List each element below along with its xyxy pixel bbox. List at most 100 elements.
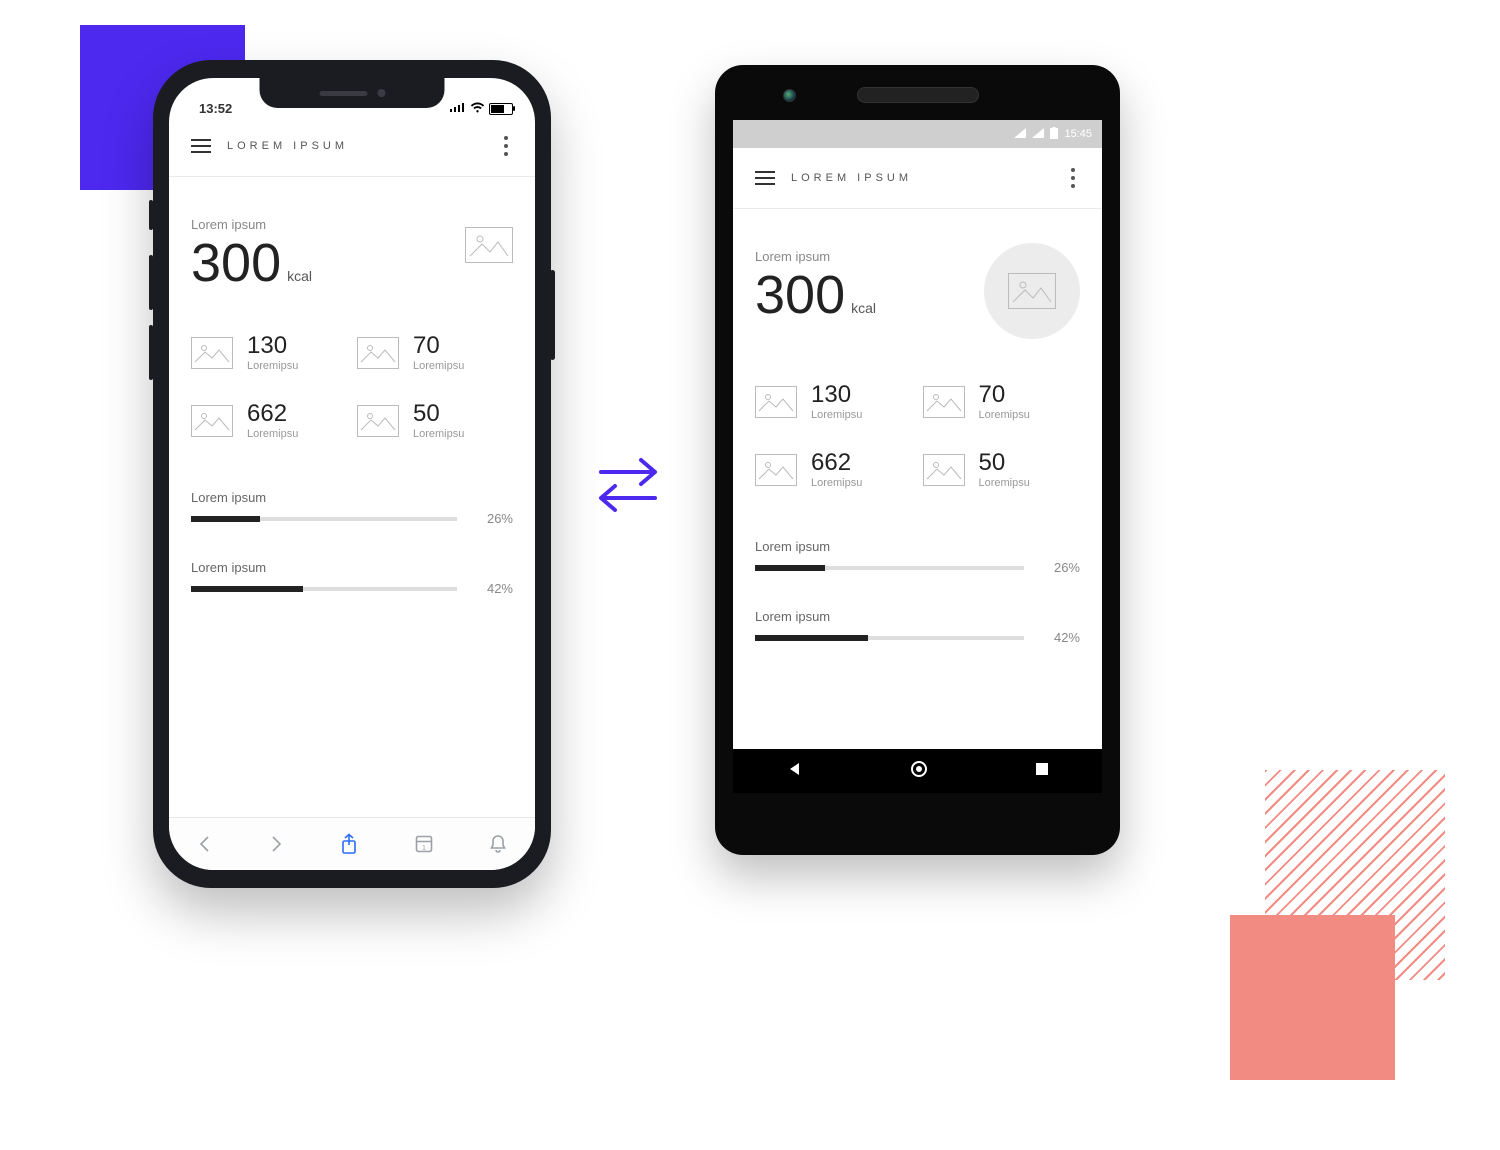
progress-block: Lorem ipsum 26% Lorem ipsum 42%	[191, 490, 513, 596]
progress-bar[interactable]	[755, 566, 1024, 570]
stat-value: 70	[413, 334, 464, 358]
image-placeholder-icon	[755, 386, 797, 418]
image-placeholder-icon	[191, 405, 233, 437]
progress-label: Lorem ipsum	[755, 539, 1080, 554]
progress-label: Lorem ipsum	[755, 609, 1080, 624]
progress-block: Lorem ipsum 26% Lorem ipsum 42%	[755, 539, 1080, 645]
progress-row: Lorem ipsum 42%	[755, 609, 1080, 645]
stat-label: Loremipsu	[247, 428, 298, 440]
signal-icon	[1014, 128, 1026, 141]
stat-value: 662	[811, 451, 862, 475]
app-header: LOREM IPSUM	[733, 148, 1102, 209]
more-icon[interactable]	[499, 136, 513, 156]
stat-label: Loremipsu	[979, 409, 1030, 421]
share-button[interactable]	[340, 833, 358, 855]
stat-value: 130	[247, 334, 298, 358]
stat-label: Loremipsu	[413, 360, 464, 372]
android-navbar	[733, 749, 1102, 793]
volume-up[interactable]	[149, 255, 153, 310]
volume-down[interactable]	[149, 325, 153, 380]
hero-label: Lorem ipsum	[755, 249, 876, 264]
stat-item: 662 Loremipsu	[755, 451, 913, 489]
stat-item: 70 Loremipsu	[357, 334, 513, 372]
progress-bar[interactable]	[191, 587, 457, 591]
android-device: 15:45 LOREM IPSUM Lorem ipsum 300kcal	[715, 65, 1120, 855]
forward-button[interactable]	[268, 834, 284, 854]
stat-label: Loremipsu	[413, 428, 464, 440]
nav-back[interactable]	[787, 761, 803, 782]
power-button[interactable]	[550, 270, 555, 360]
hero-value: 300kcal	[191, 236, 312, 290]
more-icon[interactable]	[1066, 168, 1080, 188]
menu-icon[interactable]	[191, 139, 211, 153]
swap-icon	[585, 450, 671, 525]
stat-value: 70	[979, 383, 1030, 407]
stat-label: Loremipsu	[811, 477, 862, 489]
svg-text:1: 1	[422, 845, 426, 852]
hero-block: Lorem ipsum 300kcal	[755, 249, 1080, 339]
hero-unit: kcal	[851, 300, 876, 316]
stat-item: 662 Loremipsu	[191, 402, 347, 440]
image-placeholder-icon	[191, 337, 233, 369]
image-placeholder-icon	[923, 386, 965, 418]
battery-icon	[1050, 127, 1058, 142]
app-title: LOREM IPSUM	[227, 140, 348, 152]
progress-label: Lorem ipsum	[191, 490, 513, 505]
progress-row: Lorem ipsum 42%	[191, 560, 513, 596]
hero-value: 300kcal	[755, 268, 876, 322]
progress-row: Lorem ipsum 26%	[755, 539, 1080, 575]
image-placeholder-icon	[923, 454, 965, 486]
app-header: LOREM IPSUM	[169, 116, 535, 177]
progress-percent: 26%	[1038, 560, 1080, 575]
stat-item: 130 Loremipsu	[755, 383, 913, 421]
wifi-icon	[470, 101, 485, 116]
app-content: LOREM IPSUM Lorem ipsum 300kcal	[733, 148, 1102, 749]
stats-grid: 130 Loremipsu 70 Loremipsu 662 Loremipsu 50…	[755, 383, 1080, 489]
iphone-screen: 13:52 LOREM IPSUM	[169, 78, 535, 870]
bg-accent-pink	[1230, 915, 1395, 1080]
stat-item: 70 Loremipsu	[923, 383, 1081, 421]
stat-value: 662	[247, 402, 298, 426]
stat-label: Loremipsu	[247, 360, 298, 372]
signal-icon	[1032, 128, 1044, 141]
notch	[260, 78, 445, 108]
app-content: LOREM IPSUM Lorem ipsum 300kcal	[169, 116, 535, 818]
image-placeholder-icon	[357, 405, 399, 437]
statusbar-time: 13:52	[199, 101, 232, 116]
progress-bar[interactable]	[191, 517, 457, 521]
tabs-button[interactable]: 1	[414, 834, 434, 854]
progress-row: Lorem ipsum 26%	[191, 490, 513, 526]
hero-image-avatar[interactable]	[984, 243, 1080, 339]
battery-icon	[489, 103, 513, 115]
image-placeholder-icon	[1008, 273, 1056, 309]
stat-label: Loremipsu	[811, 409, 862, 421]
nav-recent[interactable]	[1035, 762, 1049, 781]
menu-icon[interactable]	[755, 171, 775, 185]
progress-label: Lorem ipsum	[191, 560, 513, 575]
back-button[interactable]	[197, 834, 213, 854]
stat-value: 50	[413, 402, 464, 426]
stat-value: 130	[811, 383, 862, 407]
cellular-icon	[450, 101, 466, 116]
android-statusbar: 15:45	[733, 120, 1102, 148]
progress-percent: 42%	[1038, 630, 1080, 645]
hero-unit: kcal	[287, 268, 312, 284]
ios-toolbar: 1	[169, 817, 535, 870]
app-title: LOREM IPSUM	[791, 172, 912, 184]
stats-grid: 130 Loremipsu 70 Loremipsu 662 Loremipsu 50…	[191, 334, 513, 440]
hero-label: Lorem ipsum	[191, 217, 312, 232]
mute-switch[interactable]	[149, 200, 153, 230]
progress-bar[interactable]	[755, 636, 1024, 640]
progress-percent: 42%	[471, 581, 513, 596]
notifications-button[interactable]	[489, 834, 507, 854]
nav-home[interactable]	[910, 760, 928, 783]
stat-value: 50	[979, 451, 1030, 475]
earpiece	[857, 87, 979, 103]
image-placeholder-icon	[357, 337, 399, 369]
android-screen: 15:45 LOREM IPSUM Lorem ipsum 300kcal	[733, 120, 1102, 793]
iphone-device: 13:52 LOREM IPSUM	[153, 60, 551, 888]
stat-label: Loremipsu	[979, 477, 1030, 489]
front-camera	[783, 89, 796, 102]
stat-item: 50 Loremipsu	[923, 451, 1081, 489]
progress-percent: 26%	[471, 511, 513, 526]
